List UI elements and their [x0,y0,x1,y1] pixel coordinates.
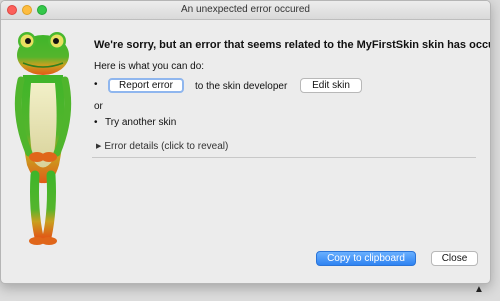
details-divider [92,157,476,158]
window-title: An unexpected error occured [181,4,310,15]
error-dialog-window: An unexpected error occured We're sorry,… [0,0,491,284]
error-details-label: Error details (click to reveal) [104,141,229,152]
bullet-marker: • [94,79,98,90]
error-details-toggle[interactable]: ▶ Error details (click to reveal) [96,141,228,152]
close-button[interactable]: Close [431,251,478,266]
error-heading: We're sorry, but an error that seems rel… [94,39,491,51]
bullet-marker: • [94,117,98,128]
disclosure-triangle-icon: ▶ [96,143,102,150]
try-another-skin-text: Try another skin [105,117,177,128]
to-developer-text: to the skin developer [195,81,288,92]
or-text: or [94,101,103,112]
title-bar: An unexpected error occured [1,1,490,20]
report-error-button[interactable]: Report error [108,78,184,93]
copy-to-clipboard-button[interactable]: Copy to clipboard [316,251,416,266]
frog-mascot-icon [14,32,72,245]
warning-icon: ▲ [474,284,484,295]
edit-skin-button[interactable]: Edit skin [300,78,362,93]
intro-text: Here is what you can do: [94,61,205,72]
